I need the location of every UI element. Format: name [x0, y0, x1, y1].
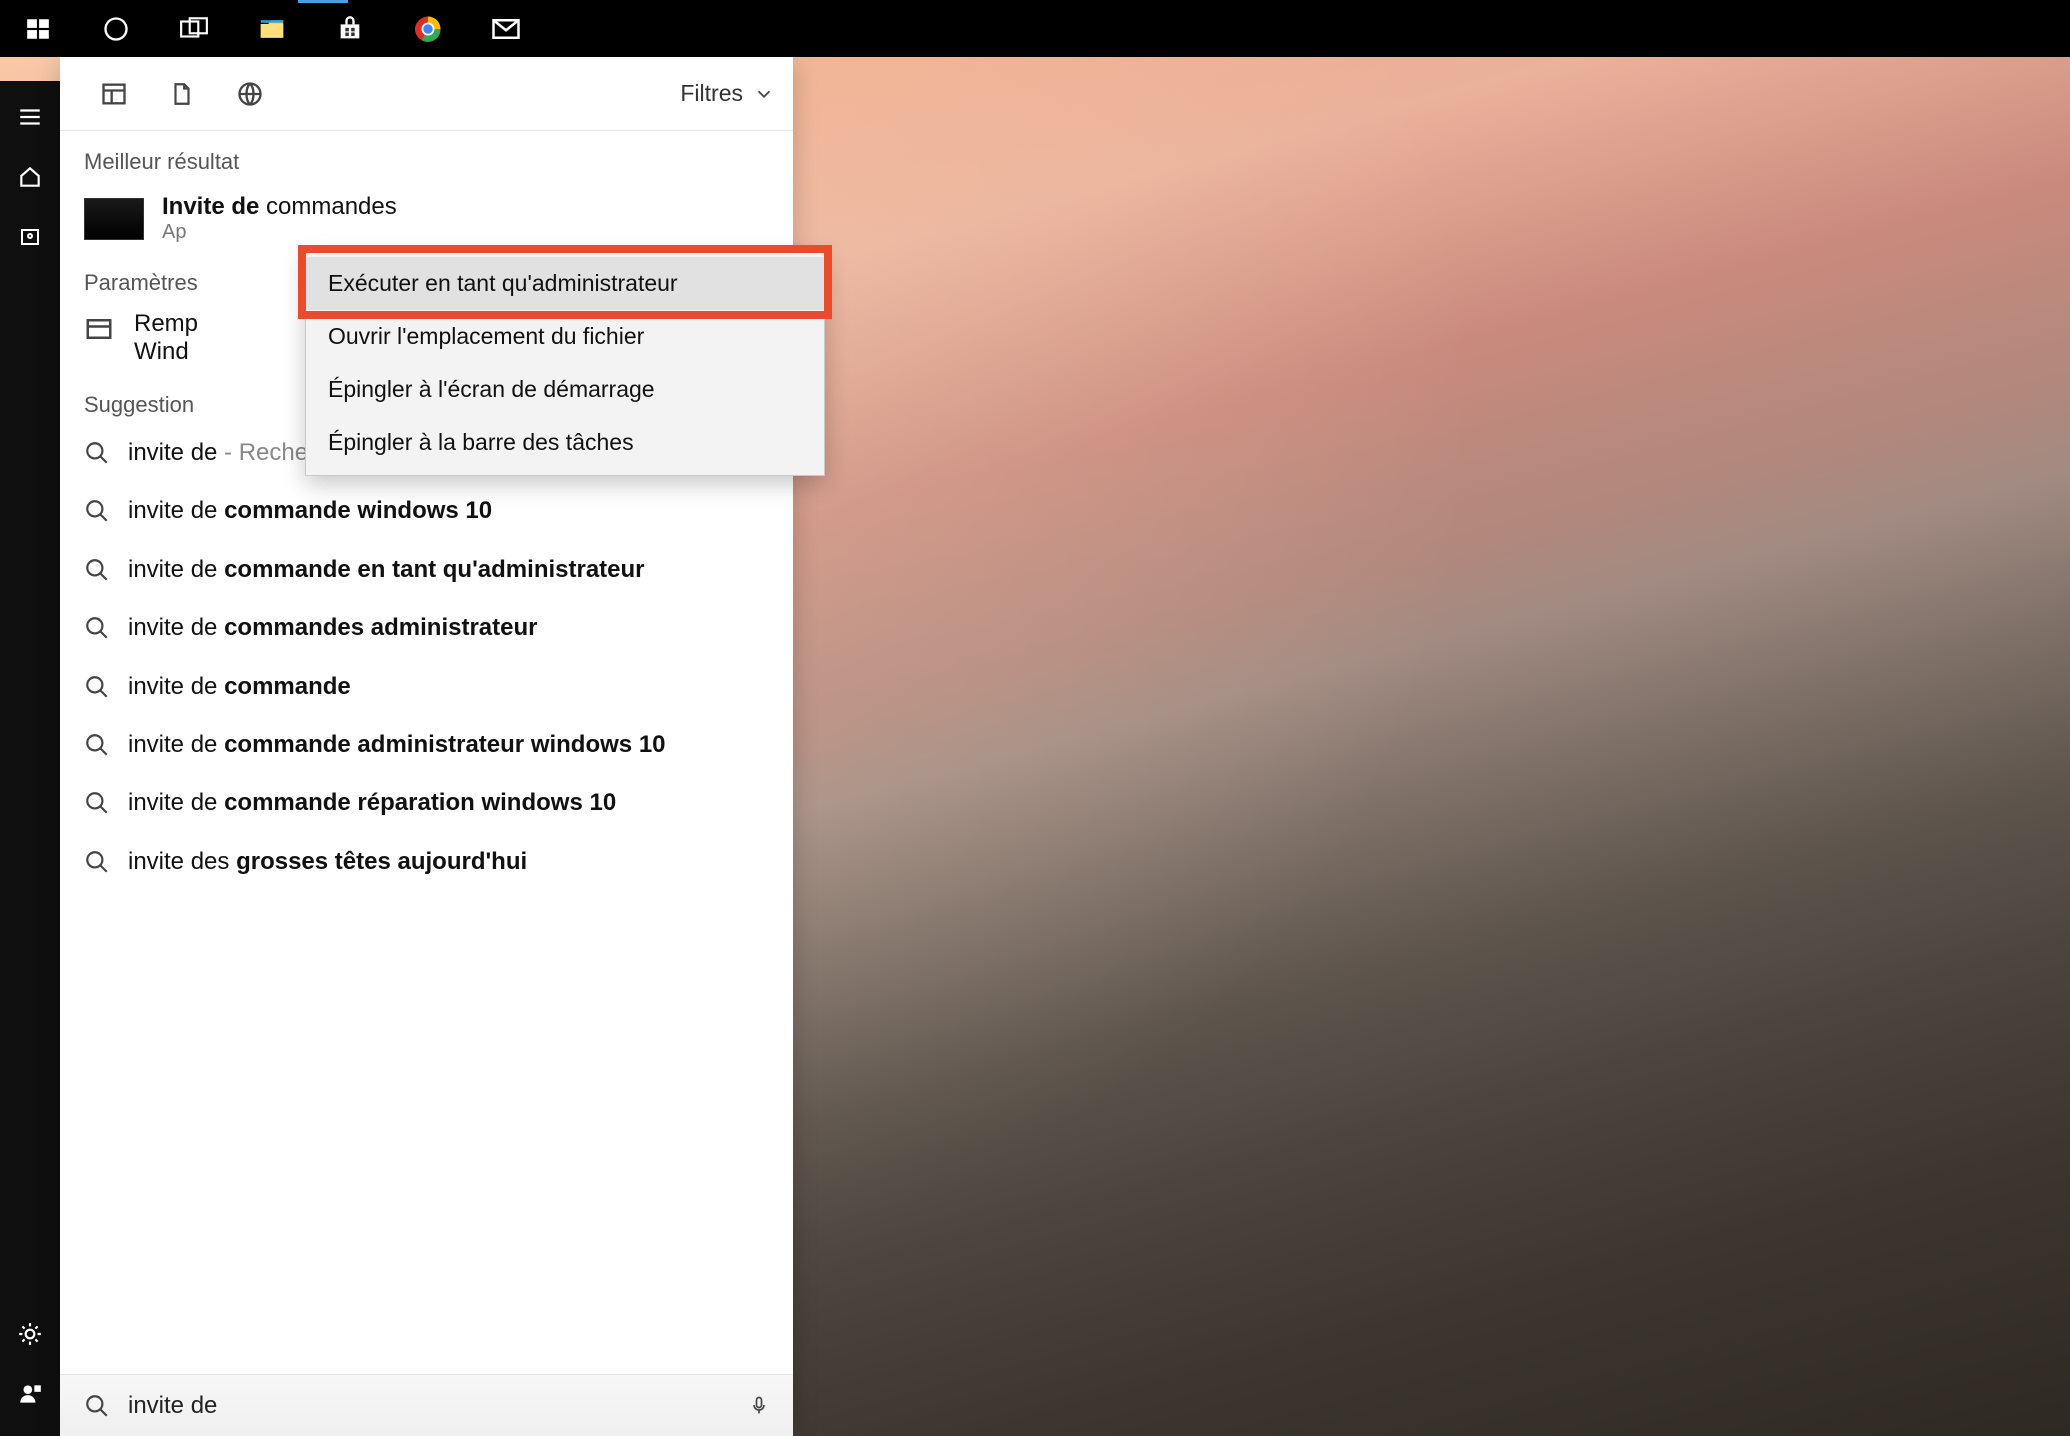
suggestion-text: invite de commande	[128, 671, 351, 703]
search-scope-tabs: Filtres	[60, 57, 793, 131]
file-explorer-button[interactable]	[252, 9, 292, 49]
mic-button[interactable]	[749, 1391, 769, 1421]
settings-result-text: Remp Wind	[134, 310, 198, 366]
suggestion-item[interactable]: invite de commande windows 10	[60, 482, 793, 540]
chrome-button[interactable]	[408, 9, 448, 49]
microphone-icon	[749, 1391, 769, 1419]
tab-apps[interactable]	[80, 57, 148, 131]
suggestion-item[interactable]: invite de commandes administrateur	[60, 599, 793, 657]
best-result-subtitle: Ap	[162, 221, 397, 244]
tab-documents[interactable]	[148, 57, 216, 131]
rail-settings-button[interactable]	[0, 1304, 60, 1364]
search-icon	[84, 440, 112, 468]
suggestion-item[interactable]: invite de commande	[60, 658, 793, 716]
context-menu-pin-to-start[interactable]: Épingler à l'écran de démarrage	[306, 363, 824, 416]
search-icon	[84, 674, 112, 702]
search-input[interactable]	[128, 1392, 731, 1420]
apps-grid-icon	[100, 80, 128, 108]
context-menu: Exécuter en tant qu'administrateur Ouvri…	[305, 250, 825, 476]
suggestion-item[interactable]: invite de commande réparation windows 10	[60, 774, 793, 832]
cortana-button[interactable]	[96, 9, 136, 49]
suggestion-item[interactable]: invite des grosses têtes aujourd'hui	[60, 833, 793, 891]
store-icon	[336, 15, 364, 43]
rail-photos-button[interactable]	[0, 207, 60, 267]
suggestion-text: invite de commandes administrateur	[128, 612, 538, 644]
cmd-thumbnail-icon	[84, 198, 144, 240]
folder-icon	[257, 14, 287, 44]
globe-icon	[236, 80, 264, 108]
suggestion-text: invite des grosses têtes aujourd'hui	[128, 846, 527, 878]
search-icon	[84, 557, 112, 585]
suggestion-item[interactable]: invite de commande en tant qu'administra…	[60, 541, 793, 599]
suggestion-item[interactable]: invite de commande administrateur window…	[60, 716, 793, 774]
rail-account-button[interactable]	[0, 1364, 60, 1424]
context-menu-pin-to-taskbar[interactable]: Épingler à la barre des tâches	[306, 416, 824, 469]
context-menu-open-file-location[interactable]: Ouvrir l'emplacement du fichier	[306, 310, 824, 363]
document-icon	[169, 81, 195, 107]
suggestion-text: invite de commande windows 10	[128, 495, 492, 527]
search-icon	[84, 790, 112, 818]
hamburger-icon	[17, 104, 43, 130]
suggestion-text: invite de commande réparation windows 10	[128, 787, 616, 819]
filters-button[interactable]: Filtres	[680, 80, 775, 107]
chevron-down-icon	[753, 83, 775, 105]
taskbar-running-indicator	[298, 0, 348, 3]
settings-list-icon	[84, 314, 116, 346]
taskbar	[0, 0, 2070, 57]
gear-icon	[17, 1321, 43, 1347]
photo-icon	[18, 225, 42, 249]
section-label-best: Meilleur résultat	[60, 131, 793, 181]
suggestion-text: invite de commande administrateur window…	[128, 729, 666, 761]
search-icon	[84, 498, 112, 526]
person-icon	[17, 1381, 43, 1407]
filters-label: Filtres	[680, 80, 743, 107]
chrome-icon	[413, 14, 443, 44]
task-view-icon	[179, 16, 209, 42]
best-result-title: Invite de commandes	[162, 193, 397, 221]
search-icon	[84, 615, 112, 643]
search-icon	[84, 1393, 110, 1419]
best-result-item[interactable]: Invite de commandes Ap	[60, 181, 793, 252]
mail-button[interactable]	[486, 9, 526, 49]
context-menu-run-as-admin[interactable]: Exécuter en tant qu'administrateur	[306, 257, 824, 310]
search-icon	[84, 849, 112, 877]
search-icon	[84, 732, 112, 760]
home-icon	[17, 164, 43, 190]
search-input-row	[60, 1374, 793, 1436]
start-button[interactable]	[18, 9, 58, 49]
rail-menu-button[interactable]	[0, 87, 60, 147]
search-panel: Filtres Meilleur résultat Invite de comm…	[60, 57, 793, 1436]
cortana-circle-icon	[102, 15, 130, 43]
tab-web[interactable]	[216, 57, 284, 131]
store-button[interactable]	[330, 9, 370, 49]
search-left-rail	[0, 81, 60, 1436]
suggestion-list: invite de - Rechercher sur le Webinvite …	[60, 424, 793, 891]
task-view-button[interactable]	[174, 9, 214, 49]
windows-logo-icon	[25, 16, 51, 42]
rail-home-button[interactable]	[0, 147, 60, 207]
mail-icon	[491, 14, 521, 44]
suggestion-text: invite de commande en tant qu'administra…	[128, 554, 645, 586]
